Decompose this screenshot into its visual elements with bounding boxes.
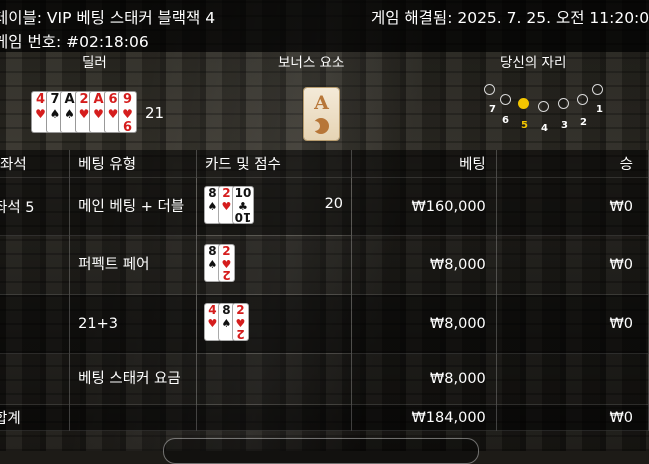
player-card: 4 ♥ bbox=[204, 303, 220, 340]
player-card: 2 ♥ 2 bbox=[218, 244, 234, 282]
seat-marker bbox=[577, 94, 588, 105]
win-amount bbox=[496, 353, 649, 405]
dealer-area: 4 ♥ 7 ♠ A ♠ 2 ♥ A ♥ 6 ♥ 9 ♥ 9 21 A 7654321 bbox=[0, 76, 649, 150]
seat-cell bbox=[0, 294, 71, 354]
bet-type-cell: 퍼펙트 페어 bbox=[69, 235, 197, 295]
card-rank: 8 bbox=[208, 185, 217, 200]
total-row: 합계 ₩184,000 ₩0 bbox=[0, 404, 649, 431]
total-empty bbox=[196, 404, 353, 431]
seat-marker bbox=[500, 94, 511, 105]
win-amount: ₩0 bbox=[496, 177, 649, 236]
seat-number: 1 bbox=[596, 104, 603, 115]
player-card: 10 ♣ 10 bbox=[232, 185, 253, 224]
bet-type-cell: 베팅 스태커 요금 bbox=[69, 353, 197, 405]
total-label: 합계 bbox=[0, 404, 71, 431]
player-card: 8 ♠ bbox=[204, 185, 220, 223]
col-win: 승 bbox=[496, 150, 649, 178]
seat-number: 3 bbox=[561, 120, 568, 131]
card-rank: 9 bbox=[122, 92, 133, 107]
card-rank: 2 bbox=[222, 244, 231, 258]
card-rank: 2 bbox=[236, 303, 245, 317]
bet-row: 베팅 스태커 요금 ₩8,000 bbox=[0, 353, 649, 405]
seat-number: 4 bbox=[541, 123, 548, 134]
player-card: 2 ♥ 2 bbox=[232, 303, 248, 341]
hand-score: 20 bbox=[324, 196, 344, 212]
card-suit-icon: ♠ bbox=[207, 199, 218, 213]
seat-number: 5 bbox=[521, 120, 528, 131]
your-seat-heading: 당신의 자리 bbox=[500, 55, 567, 71]
cards-cell bbox=[196, 353, 353, 405]
card-rank-inverted: 9 bbox=[122, 117, 133, 132]
seat-number: 6 bbox=[502, 115, 509, 126]
col-bet: 베팅 bbox=[351, 150, 497, 178]
bonus-card-emblem-icon bbox=[310, 118, 329, 134]
card-rank: 8 bbox=[208, 244, 217, 258]
seat-number: 7 bbox=[489, 104, 496, 115]
card-suit-icon: ♥ bbox=[221, 199, 232, 213]
card-rank-inverted: 2 bbox=[222, 268, 231, 282]
bets-table: 좌석 베팅 유형 카드 및 점수 베팅 승 좌석 5 메인 베팅 + 더블 8 ♠ 2 ♥… bbox=[0, 150, 649, 431]
total-win: ₩0 bbox=[496, 404, 649, 431]
seat-marker bbox=[518, 98, 529, 109]
seat-cell bbox=[0, 235, 71, 295]
col-bet-type: 베팅 유형 bbox=[69, 150, 197, 178]
bet-amount: ₩8,000 bbox=[351, 294, 497, 354]
bet-type-cell: 메인 베팅 + 더블 bbox=[69, 177, 197, 236]
table-name: 테이블: VIP 베팅 스태커 블랙잭 4 bbox=[0, 9, 216, 27]
card-rank: 8 bbox=[222, 303, 231, 317]
seat-number: 2 bbox=[580, 117, 587, 128]
bottom-scroll-handle[interactable] bbox=[163, 438, 479, 464]
dealer-heading: 딜러 bbox=[82, 55, 107, 71]
game-header: 테이블: VIP 베팅 스태커 블랙잭 4 게임 번호: #02:18:06 게… bbox=[0, 0, 649, 52]
bet-row: 21+3 4 ♥ 8 ♠ 2 ♥ 2 ₩8,000 ₩0 bbox=[0, 294, 649, 354]
section-headings: 딜러 보너스 요소 당신의 자리 bbox=[0, 52, 649, 76]
bonus-heading: 보너스 요소 bbox=[278, 55, 345, 71]
cards-cell: 8 ♠ 2 ♥ 2 bbox=[196, 235, 353, 295]
card-suit-icon: ♥ bbox=[207, 317, 218, 330]
card-rank: 4 bbox=[208, 303, 217, 317]
seat-marker bbox=[538, 101, 549, 112]
seat-marker bbox=[558, 98, 569, 109]
bonus-card: A bbox=[304, 88, 339, 140]
seat-marker bbox=[592, 84, 603, 95]
seat-cell: 좌석 5 bbox=[0, 177, 71, 236]
bonus-card-rank: A bbox=[314, 92, 329, 114]
seat-cell bbox=[0, 353, 71, 405]
cards-cell: 4 ♥ 8 ♠ 2 ♥ 2 bbox=[196, 294, 353, 354]
player-card: 8 ♠ bbox=[204, 244, 220, 281]
win-amount: ₩0 bbox=[496, 235, 649, 295]
win-amount: ₩0 bbox=[496, 294, 649, 354]
bet-amount: ₩160,000 bbox=[351, 177, 497, 236]
seat-marker bbox=[484, 84, 495, 95]
card-rank-inverted: 10 bbox=[234, 209, 252, 224]
bet-amount: ₩8,000 bbox=[351, 235, 497, 295]
bet-amount: ₩8,000 bbox=[351, 353, 497, 405]
bet-type-cell: 21+3 bbox=[69, 294, 197, 354]
card-rank-inverted: 2 bbox=[236, 327, 245, 341]
game-resolved-time: 게임 해결됨: 2025. 7. 25. 오전 11:20:01 bbox=[370, 9, 649, 27]
player-card: 8 ♠ bbox=[218, 303, 234, 340]
dealer-score: 21 bbox=[145, 104, 165, 122]
card-rank: 2 bbox=[222, 185, 231, 200]
card-suit-icon: ♠ bbox=[207, 258, 218, 271]
total-bet: ₩184,000 bbox=[351, 404, 497, 431]
cards-cell: 8 ♠ 2 ♥ 10 ♣ 10 20 bbox=[196, 177, 353, 236]
total-empty bbox=[69, 404, 197, 431]
card-rank: 10 bbox=[234, 185, 252, 200]
col-seat: 좌석 bbox=[0, 150, 71, 178]
col-cards-score: 카드 및 점수 bbox=[196, 150, 353, 178]
player-card: 2 ♥ bbox=[218, 185, 234, 223]
bet-row: 좌석 5 메인 베팅 + 더블 8 ♠ 2 ♥ 10 ♣ 10 20 ₩160,000 ₩0 bbox=[0, 177, 649, 236]
bet-row: 퍼펙트 페어 8 ♠ 2 ♥ 2 ₩8,000 ₩0 bbox=[0, 235, 649, 295]
dealer-card: 9 ♥ 9 bbox=[119, 92, 136, 132]
card-suit-icon: ♠ bbox=[221, 317, 232, 330]
game-number: 게임 번호: #02:18:06 bbox=[0, 33, 149, 51]
